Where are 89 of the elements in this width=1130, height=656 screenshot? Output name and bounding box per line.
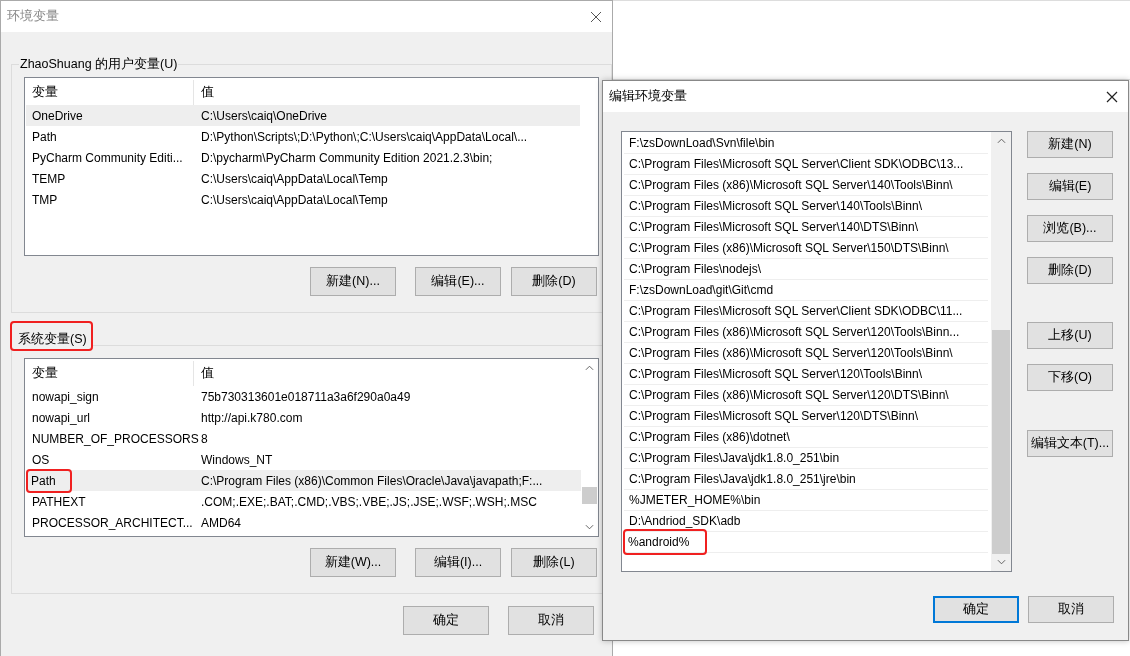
variable-row[interactable]: OS Windows_NT — [26, 449, 581, 470]
dialog-button[interactable]: 删除(D) — [1027, 257, 1113, 284]
variable-name: PyCharm Community Editi... — [32, 150, 183, 165]
dialog-button[interactable]: 上移(U) — [1027, 322, 1113, 349]
variable-name: PROCESSOR_ARCHITECT... — [32, 515, 193, 530]
variable-value: C:\Users\caiq\OneDrive — [200, 108, 329, 123]
scroll-up-icon[interactable] — [585, 365, 594, 371]
path-entry[interactable]: C:\Program Files\Java\jdk1.8.0_251\jre\bin — [624, 469, 988, 490]
path-entry[interactable]: C:\Program Files (x86)\Microsoft SQL Server\140\Tools\Binn\ — [624, 175, 988, 196]
variable-name: TMP — [32, 192, 58, 207]
variable-value: Windows_NT — [200, 452, 274, 467]
variable-name: nowapi_url — [32, 410, 91, 425]
variable-row[interactable]: NUMBER_OF_PROCESSORS 8 — [26, 428, 581, 449]
variable-name: PATHEXT — [32, 494, 86, 509]
window-title: 编辑环境变量 — [609, 88, 687, 105]
path-entry[interactable]: C:\Program Files\Microsoft SQL Server\140\DTS\Binn\ — [624, 217, 988, 238]
close-icon[interactable] — [1106, 90, 1118, 103]
variable-value: .COM;.EXE;.BAT;.CMD;.VBS;.VBE;.JS;.JSE;.WSF;.WSH;.MSC — [200, 494, 538, 509]
variable-row[interactable]: TMP C:\Users\caiq\AppData\Local\Temp — [26, 189, 580, 210]
path-entry[interactable]: C:\Program Files\Microsoft SQL Server\120\DTS\Binn\ — [624, 406, 988, 427]
path-entry[interactable]: C:\Program Files (x86)\Microsoft SQL Server\120\Tools\Binn\ — [624, 343, 988, 364]
group-label: 系统变量(S) — [12, 323, 91, 349]
dialog-button[interactable]: 编辑(E)... — [415, 267, 501, 296]
window-title: 环境变量 — [7, 8, 59, 25]
path-entry[interactable]: C:\Program Files (x86)\Microsoft SQL Server\150\DTS\Binn\ — [624, 238, 988, 259]
variable-row[interactable]: TEMP C:\Users\caiq\AppData\Local\Temp — [26, 168, 580, 189]
dialog-button[interactable]: 新建(N)... — [310, 267, 396, 296]
path-entry[interactable]: D:\Andriod_SDK\adb — [624, 511, 988, 532]
scroll-thumb[interactable] — [582, 487, 597, 504]
variable-name: OneDrive — [32, 108, 83, 123]
dialog-button[interactable]: 新建(W)... — [310, 548, 396, 577]
variable-row[interactable]: nowapi_url http://api.k780.com — [26, 407, 581, 428]
close-icon[interactable] — [590, 10, 602, 23]
variable-name: OS — [32, 452, 50, 467]
dialog-button[interactable]: 取消 — [1028, 596, 1114, 623]
variable-value: C:\Program Files (x86)\Common Files\Oracle\Java\javapath;F:... — [200, 473, 544, 488]
variable-row[interactable]: PyCharm Community Editi... D:\pycharm\PyCharm Community Edition 2021.2.3\bin; — [26, 147, 580, 168]
variable-value: C:\Users\caiq\AppData\Local\Temp — [200, 192, 389, 207]
dialog-button[interactable]: 取消 — [508, 606, 594, 635]
dialog-button[interactable]: 确定 — [933, 596, 1019, 623]
path-entry[interactable]: C:\Program Files\Microsoft SQL Server\120\Tools\Binn\ — [624, 364, 988, 385]
variable-name: Path — [28, 470, 70, 491]
column-header[interactable]: 值 — [194, 361, 581, 386]
dialog-button[interactable]: 删除(L) — [511, 548, 597, 577]
scroll-thumb[interactable] — [992, 330, 1010, 554]
variable-row[interactable]: OneDrive C:\Users\caiq\OneDrive — [26, 105, 580, 126]
variable-value: 8 — [200, 431, 209, 446]
variable-name: nowapi_sign — [32, 389, 99, 404]
variable-row[interactable]: Path C:\Program Files (x86)\Common Files\Oracle\Java\javapath;F:... — [26, 470, 581, 491]
variable-name: NUMBER_OF_PROCESSORS — [32, 431, 199, 446]
dialog-button[interactable]: 新建(N) — [1027, 131, 1113, 158]
variable-value: AMD64 — [200, 515, 242, 530]
scroll-down-icon[interactable] — [996, 559, 1006, 565]
variable-value: C:\Users\caiq\AppData\Local\Temp — [200, 171, 389, 186]
dialog-button[interactable]: 浏览(B)... — [1027, 215, 1113, 242]
column-header[interactable]: 变量 — [26, 361, 194, 386]
path-entry[interactable]: C:\Program Files (x86)\Microsoft SQL Server\120\Tools\Binn... — [624, 322, 988, 343]
path-entry[interactable]: C:\Program Files\Microsoft SQL Server\140\Tools\Binn\ — [624, 196, 988, 217]
dialog-button[interactable]: 确定 — [403, 606, 489, 635]
dialog-button[interactable]: 编辑(E) — [1027, 173, 1113, 200]
path-entry[interactable]: C:\Program Files (x86)\dotnet\ — [624, 427, 988, 448]
variable-row[interactable]: nowapi_sign 75b730313601e018711a3a6f290a0a49 — [26, 386, 581, 407]
variable-value: 75b730313601e018711a3a6f290a0a49 — [200, 389, 412, 404]
dialog-button[interactable]: 编辑文本(T)... — [1027, 430, 1113, 457]
path-entry[interactable]: F:\zsDownLoad\git\Git\cmd — [624, 280, 988, 301]
scroll-down-icon[interactable] — [585, 524, 594, 530]
variable-name: TEMP — [32, 171, 66, 186]
variable-row[interactable]: PATHEXT .COM;.EXE;.BAT;.CMD;.VBS;.VBE;.JS;.JSE;.WSF;.WSH;.MSC — [26, 491, 581, 512]
column-header[interactable]: 值 — [194, 80, 580, 105]
path-entry[interactable]: C:\Program Files (x86)\Microsoft SQL Server\120\DTS\Binn\ — [624, 385, 988, 406]
variable-value: D:\pycharm\PyCharm Community Edition 2021.2.3\bin; — [200, 150, 494, 165]
dialog-button[interactable]: 下移(O) — [1027, 364, 1113, 391]
variable-name: Path — [32, 129, 57, 144]
path-entry[interactable]: F:\zsDownLoad\Svn\file\bin — [624, 133, 988, 154]
variable-value: D:\Python\Scripts\;D:\Python\;C:\Users\caiq\AppData\Local\... — [200, 129, 529, 144]
variable-row[interactable]: Path D:\Python\Scripts\;D:\Python\;C:\Users\caiq\AppData\Local\... — [26, 126, 580, 147]
variable-value: http://api.k780.com — [200, 410, 304, 425]
scrollbar[interactable] — [991, 132, 1011, 571]
path-entry[interactable]: %JMETER_HOME%\bin — [624, 490, 988, 511]
path-entry[interactable]: C:\Program Files\Java\jdk1.8.0_251\bin — [624, 448, 988, 469]
path-entry[interactable]: C:\Program Files\Microsoft SQL Server\Client SDK\ODBC\11... — [624, 301, 988, 322]
path-entry[interactable]: C:\Program Files\nodejs\ — [624, 259, 988, 280]
path-entry[interactable]: C:\Program Files\Microsoft SQL Server\Client SDK\ODBC\13... — [624, 154, 988, 175]
group-label: ZhaoShuang 的用户变量(U) — [19, 56, 179, 72]
variable-row[interactable]: PROCESSOR_ARCHITECT... AMD64 — [26, 512, 581, 533]
dialog-button[interactable]: 删除(D) — [511, 267, 597, 296]
scroll-up-icon[interactable] — [996, 138, 1006, 144]
dialog-button[interactable]: 编辑(I)... — [415, 548, 501, 577]
path-entry[interactable]: %android% — [624, 532, 988, 553]
